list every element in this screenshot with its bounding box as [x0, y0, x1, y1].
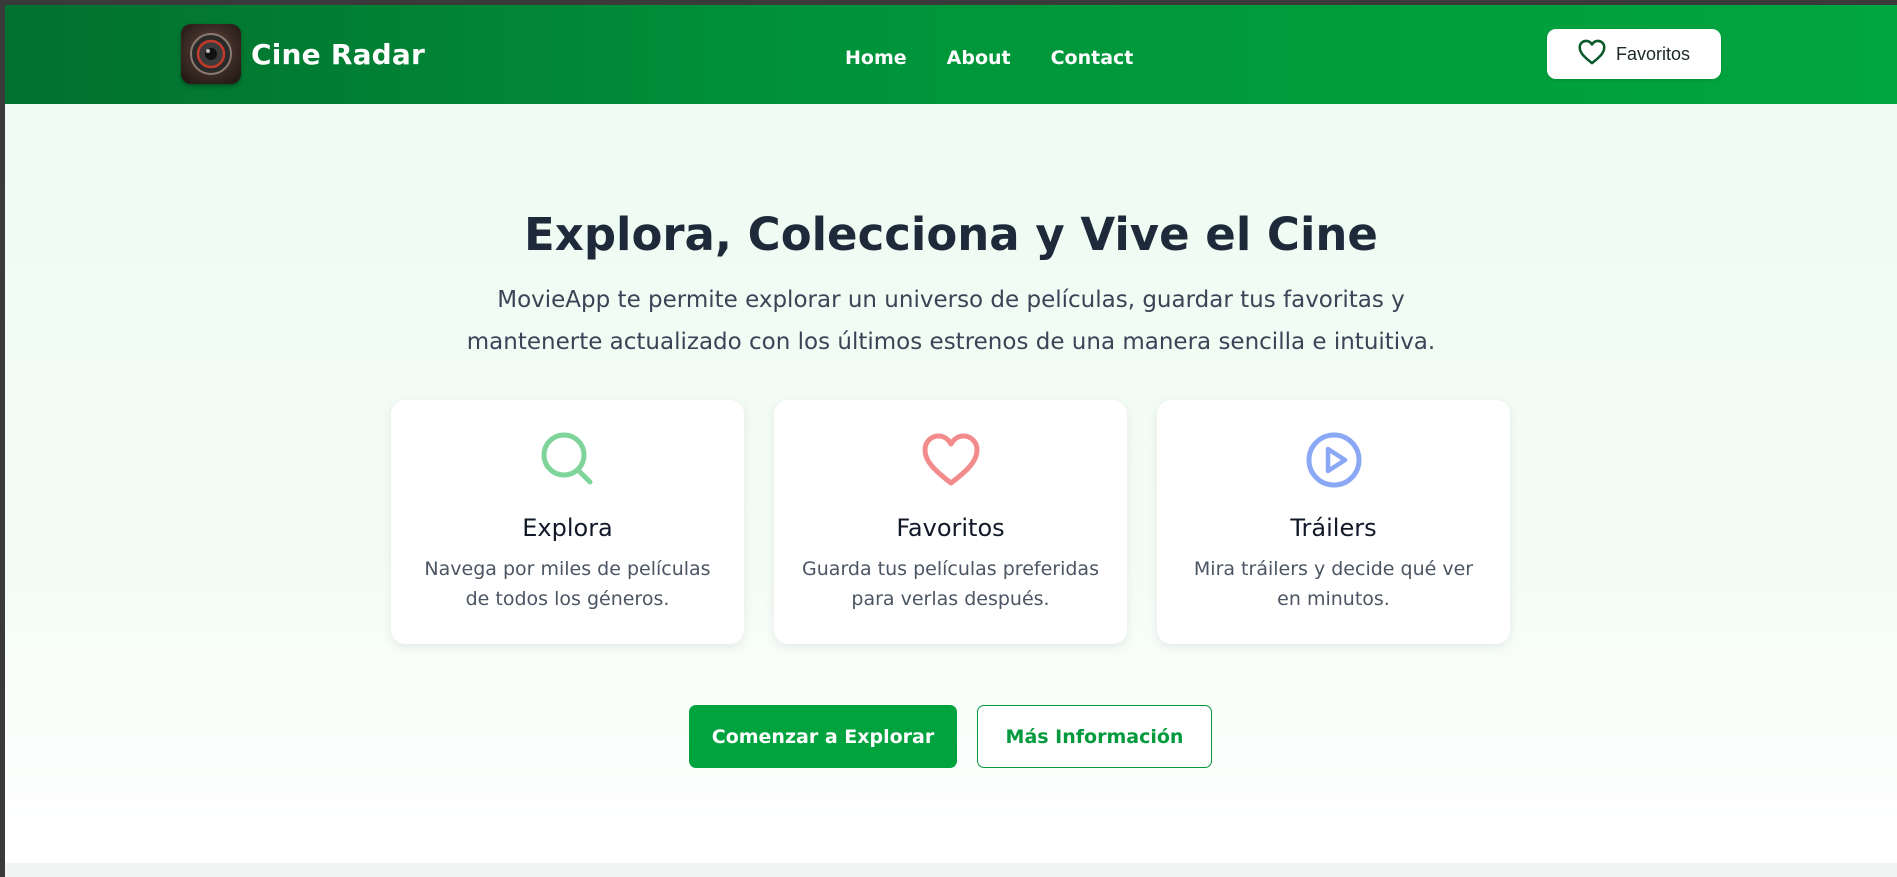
heart-outline-icon	[1578, 39, 1606, 70]
feature-card-explora: Explora Navega por miles de películas de…	[391, 400, 744, 644]
navbar: Cine Radar Home About Contact Favoritos	[5, 5, 1897, 104]
brand-title: Cine Radar	[251, 37, 426, 71]
feature-description: Navega por miles de películas de todos l…	[424, 558, 711, 610]
feature-title: Explora	[522, 514, 613, 542]
hero-subtitle-line: MovieApp te permite explorar un universo…	[497, 287, 1405, 313]
hero-actions: Comenzar a Explorar Más Información	[689, 705, 1212, 768]
brand[interactable]: Cine Radar	[181, 24, 425, 84]
feature-title: Favoritos	[896, 514, 1005, 542]
feature-card-trailers: Tráilers Mira tráilers y decide qué ver …	[1157, 400, 1510, 644]
play-circle-icon	[1304, 430, 1364, 490]
nav-contact-link[interactable]: Contact	[1051, 47, 1134, 69]
feature-cards: Explora Navega por miles de películas de…	[391, 400, 1510, 644]
hero-section: Explora, Colecciona y Vive el Cine Movie…	[5, 104, 1897, 863]
search-icon	[538, 430, 598, 490]
main-nav: Home About Contact	[845, 47, 1133, 69]
favorites-button-label: Favoritos	[1615, 43, 1691, 64]
more-info-button[interactable]: Más Información	[977, 705, 1212, 768]
feature-description: Mira tráilers y decide qué ver en minuto…	[1193, 558, 1474, 610]
feature-card-favoritos: Favoritos Guarda tus películas preferida…	[774, 400, 1127, 644]
browser-viewport: Cine Radar Home About Contact Favoritos …	[5, 5, 1897, 877]
nav-home-link[interactable]: Home	[845, 47, 907, 69]
start-exploring-button[interactable]: Comenzar a Explorar	[689, 705, 957, 768]
hero-subtitle: MovieApp te permite explorar un universo…	[5, 279, 1897, 363]
hero-subtitle-line: mantenerte actualizado con los últimos e…	[466, 329, 1436, 355]
favorites-button[interactable]: Favoritos	[1547, 29, 1721, 79]
footer-strip	[5, 863, 1897, 877]
camera-lens-icon	[181, 24, 241, 84]
feature-description: Guarda tus películas preferidas para ver…	[802, 558, 1099, 610]
hero-title: Explora, Colecciona y Vive el Cine	[524, 208, 1378, 261]
heart-icon	[921, 430, 981, 490]
feature-title: Tráilers	[1290, 514, 1377, 542]
nav-about-link[interactable]: About	[947, 47, 1011, 69]
